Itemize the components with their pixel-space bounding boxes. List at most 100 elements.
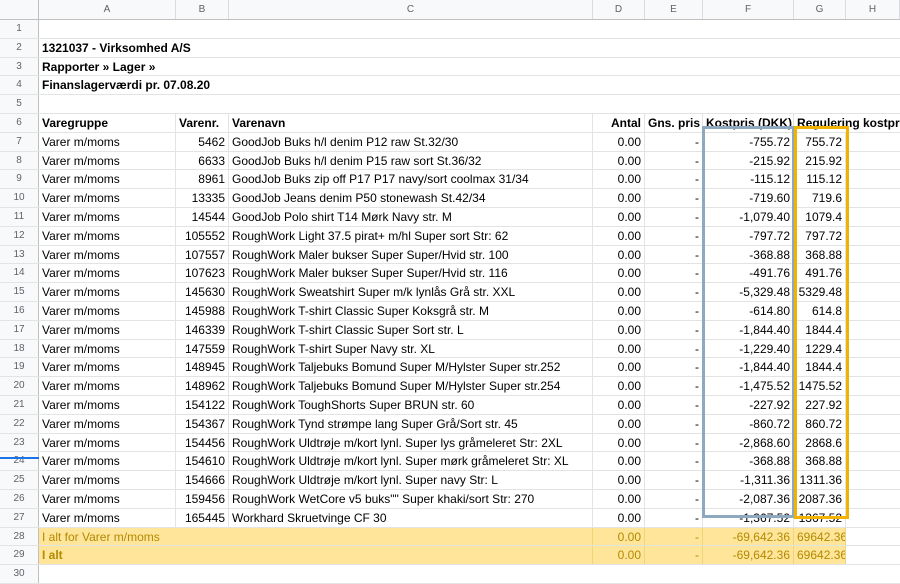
grand-total-regulering[interactable]: 69642.36 [794,546,846,565]
varegruppe-cell[interactable]: Varer m/moms [39,414,176,433]
varegruppe-cell[interactable]: Varer m/moms [39,226,176,245]
varenr-cell[interactable]: 8961 [176,170,229,189]
varenr-cell[interactable]: 107623 [176,264,229,283]
kostpris-cell[interactable]: -860.72 [703,414,794,433]
varenr-cell[interactable]: 5462 [176,132,229,151]
varenavn-cell[interactable]: Workhard Skruetvinge CF 30 [229,508,593,527]
varegruppe-cell[interactable]: Varer m/moms [39,264,176,283]
regulering-cell[interactable]: 115.12 [794,170,846,189]
total-gns-pris[interactable]: - [645,527,703,546]
varegruppe-cell[interactable]: Varer m/moms [39,132,176,151]
column-header-c[interactable]: C [229,0,593,19]
regulering-cell[interactable]: 215.92 [794,151,846,170]
row-number[interactable]: 8 [0,151,39,170]
row-number[interactable]: 14 [0,264,39,283]
varenavn-cell[interactable]: RoughWork Sweatshirt Super m/k lynlås Gr… [229,283,593,301]
row-number[interactable]: 20 [0,377,39,395]
varegruppe-cell[interactable]: Varer m/moms [39,189,176,207]
kostpris-cell[interactable]: -719.60 [703,189,794,207]
gns-pris-cell[interactable]: - [645,452,703,471]
varenavn-cell[interactable]: RoughWork T-shirt Classic Super Koksgrå … [229,301,593,320]
regulering-cell[interactable]: 2868.6 [794,433,846,452]
varenavn-cell[interactable]: RoughWork Uldtrøje m/kort lynl. Super na… [229,471,593,489]
column-header-b[interactable]: B [176,0,229,19]
total-label[interactable]: I alt for Varer m/moms [39,527,593,546]
gns-pris-cell[interactable]: - [645,151,703,170]
total-regulering[interactable]: 69642.36 [794,527,846,546]
header-kostpris[interactable]: Kostpris (DKK) [703,113,794,132]
report-title-cell[interactable]: Finanslagerværdi pr. 07.08.20 [39,76,439,94]
antal-cell[interactable]: 0.00 [593,283,645,301]
varenr-cell[interactable]: 147559 [176,339,229,358]
report-path-cell[interactable]: Rapporter » Lager » [39,58,439,76]
row-number[interactable]: 18 [0,339,39,358]
grand-total-antal[interactable]: 0.00 [593,546,645,565]
grand-total-label[interactable]: I alt [39,546,593,565]
antal-cell[interactable]: 0.00 [593,170,645,189]
varenavn-cell[interactable]: RoughWork Tynd strømpe lang Super Grå/So… [229,414,593,433]
row-number[interactable]: 29 [0,546,39,565]
varenavn-cell[interactable]: RoughWork Uldtrøje m/kort lynl. Super ly… [229,433,593,452]
antal-cell[interactable]: 0.00 [593,508,645,527]
antal-cell[interactable]: 0.00 [593,264,645,283]
antal-cell[interactable]: 0.00 [593,339,645,358]
column-header-d[interactable]: D [593,0,645,19]
varenavn-cell[interactable]: GoodJob Polo shirt T14 Mørk Navy str. M [229,207,593,226]
gns-pris-cell[interactable]: - [645,301,703,320]
gns-pris-cell[interactable]: - [645,433,703,452]
varegruppe-cell[interactable]: Varer m/moms [39,283,176,301]
varenr-cell[interactable]: 148945 [176,358,229,377]
kostpris-cell[interactable]: -2,868.60 [703,433,794,452]
varenr-cell[interactable]: 146339 [176,320,229,339]
gns-pris-cell[interactable]: - [645,395,703,414]
column-header-f[interactable]: F [703,0,794,19]
gns-pris-cell[interactable]: - [645,226,703,245]
row-number[interactable]: 5 [0,95,39,113]
column-header-h[interactable]: H [846,0,900,19]
kostpris-cell[interactable]: -797.72 [703,226,794,245]
gns-pris-cell[interactable]: - [645,245,703,264]
varenr-cell[interactable]: 154367 [176,414,229,433]
antal-cell[interactable]: 0.00 [593,489,645,508]
kostpris-cell[interactable]: -1,229.40 [703,339,794,358]
regulering-cell[interactable]: 1079.4 [794,207,846,226]
row-number[interactable]: 30 [0,565,39,583]
column-header-g[interactable]: G [794,0,846,19]
gns-pris-cell[interactable]: - [645,358,703,377]
varenr-cell[interactable]: 154456 [176,433,229,452]
varegruppe-cell[interactable]: Varer m/moms [39,320,176,339]
antal-cell[interactable]: 0.00 [593,433,645,452]
regulering-cell[interactable]: 1229.4 [794,339,846,358]
kostpris-cell[interactable]: -1,844.40 [703,358,794,377]
gns-pris-cell[interactable]: - [645,414,703,433]
antal-cell[interactable]: 0.00 [593,189,645,207]
varenavn-cell[interactable]: RoughWork Taljebuks Bomund Super M/Hylst… [229,358,593,377]
row-number[interactable]: 3 [0,57,39,76]
gns-pris-cell[interactable]: - [645,377,703,395]
regulering-cell[interactable]: 755.72 [794,132,846,151]
varenr-cell[interactable]: 105552 [176,226,229,245]
varenavn-cell[interactable]: RoughWork ToughShorts Super BRUN str. 60 [229,395,593,414]
gns-pris-cell[interactable]: - [645,207,703,226]
antal-cell[interactable]: 0.00 [593,320,645,339]
varegruppe-cell[interactable]: Varer m/moms [39,489,176,508]
row-number[interactable]: 28 [0,527,39,546]
gns-pris-cell[interactable]: - [645,471,703,489]
varenr-cell[interactable]: 165445 [176,508,229,527]
regulering-cell[interactable]: 1311.36 [794,471,846,489]
gns-pris-cell[interactable]: - [645,339,703,358]
varenr-cell[interactable]: 6633 [176,151,229,170]
row-number[interactable]: 16 [0,301,39,320]
total-antal[interactable]: 0.00 [593,527,645,546]
varenr-cell[interactable]: 145630 [176,283,229,301]
antal-cell[interactable]: 0.00 [593,301,645,320]
kostpris-cell[interactable]: -755.72 [703,132,794,151]
varenr-cell[interactable]: 154666 [176,471,229,489]
antal-cell[interactable]: 0.00 [593,226,645,245]
row-number[interactable]: 11 [0,207,39,226]
regulering-cell[interactable]: 491.76 [794,264,846,283]
kostpris-cell[interactable]: -1,844.40 [703,320,794,339]
row-number[interactable]: 15 [0,283,39,301]
varenr-cell[interactable]: 13335 [176,189,229,207]
regulering-cell[interactable]: 5329.48 [794,283,846,301]
